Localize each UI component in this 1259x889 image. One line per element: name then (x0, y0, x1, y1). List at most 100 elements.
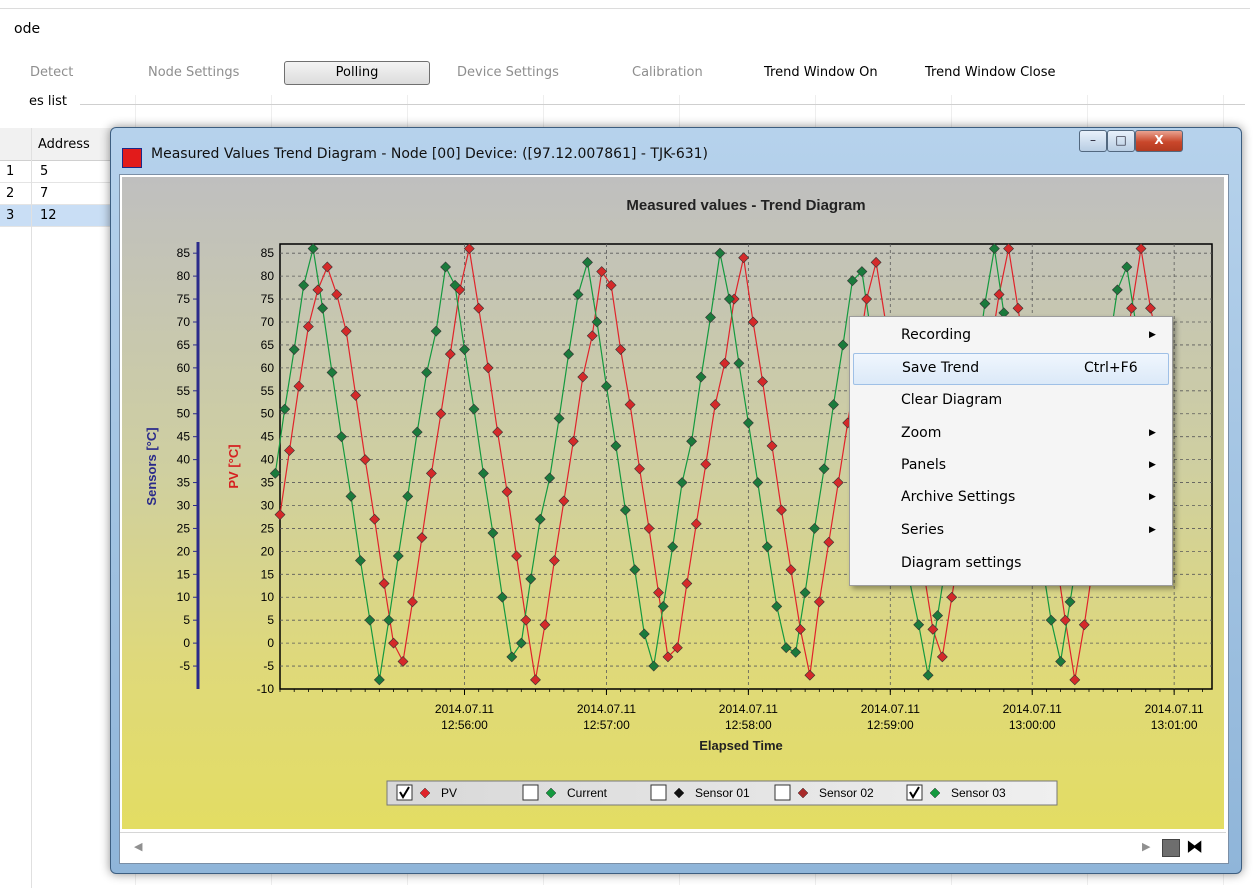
x-axis-label: Elapsed Time (699, 738, 783, 753)
row-address: 7 (40, 186, 49, 201)
sensors-tick-label: 85 (177, 246, 191, 260)
data-point (302, 321, 314, 333)
node-settings-button[interactable]: Node Settings (148, 65, 239, 80)
menu-item-series[interactable]: Series ▶ (853, 516, 1167, 546)
data-point (733, 357, 745, 369)
x-tick-date: 2014.07.11 (861, 702, 920, 716)
data-point (1069, 674, 1081, 686)
data-point (619, 504, 631, 516)
y-tick-label: 60 (261, 361, 275, 375)
data-point (397, 656, 409, 667)
menu-item-label: Archive Settings (901, 489, 1016, 505)
horizontal-scrollbar[interactable]: ◀ ▶ ⧓ (120, 832, 1226, 863)
data-point (799, 587, 811, 599)
menu-item-label: Clear Diagram (901, 392, 1003, 408)
submenu-arrow-icon: ▶ (1149, 525, 1156, 535)
data-point (766, 440, 778, 452)
legend-label: Sensor 01 (695, 786, 750, 800)
detect-button[interactable]: Detect (30, 65, 73, 80)
row-address: 12 (40, 208, 57, 223)
table-row[interactable]: 3 12 (0, 205, 120, 227)
data-point (738, 252, 750, 264)
menu-item-label: Series (901, 522, 945, 538)
context-menu: Recording ▶ Save Trend Ctrl+F6 Clear Dia… (849, 316, 1173, 586)
data-point (331, 289, 343, 300)
data-point (776, 504, 787, 516)
menu-item-diagram-settings[interactable]: Diagram settings (853, 549, 1167, 579)
menu-item-zoom[interactable]: Zoom ▶ (853, 419, 1167, 449)
data-point (473, 302, 485, 314)
sensors-tick-label: -5 (179, 659, 190, 673)
table-row[interactable]: 2 7 (0, 183, 120, 205)
sensors-axis-label: Sensors [°C] (144, 427, 159, 505)
data-point (582, 256, 593, 268)
data-point (752, 477, 764, 488)
menu-item-archive-settings[interactable]: Archive Settings ▶ (853, 483, 1167, 513)
menu-item-label: Diagram settings (901, 555, 1022, 571)
submenu-arrow-icon: ▶ (1149, 428, 1156, 438)
data-point (355, 555, 366, 566)
table-row[interactable]: 1 5 (0, 161, 120, 183)
menu-item-clear-diagram[interactable]: Clear Diagram (853, 386, 1167, 416)
split-view-icon[interactable]: ⧓ (1186, 837, 1203, 857)
data-point (648, 660, 660, 672)
scroll-right-icon[interactable]: ▶ (1142, 840, 1150, 853)
data-point (705, 311, 716, 323)
stop-icon[interactable] (1162, 839, 1180, 857)
data-point (780, 642, 792, 654)
x-tick-time: 12:57:00 (583, 718, 630, 732)
data-point (402, 490, 414, 502)
data-point (388, 637, 399, 649)
data-point (383, 614, 395, 626)
data-point (837, 339, 849, 351)
menu-item-recording[interactable]: Recording ▶ (853, 321, 1167, 351)
y-tick-label: 65 (261, 338, 275, 352)
data-point (634, 463, 645, 475)
data-point (482, 362, 494, 374)
data-point (563, 348, 575, 360)
data-point (771, 600, 783, 612)
data-point (1111, 284, 1123, 296)
y-tick-label: 30 (261, 498, 275, 512)
polling-button[interactable]: Polling (284, 61, 430, 85)
menu-item-save-trend[interactable]: Save Trend Ctrl+F6 (853, 353, 1169, 385)
data-point (1121, 261, 1133, 273)
menu-item-shortcut: Ctrl+F6 (1084, 360, 1138, 376)
data-point (615, 344, 627, 355)
data-point (373, 674, 385, 686)
data-point (487, 527, 499, 539)
x-tick-date: 2014.07.11 (435, 702, 494, 716)
data-point (553, 412, 565, 424)
data-point (1045, 614, 1057, 626)
trend-window-on-button[interactable]: Trend Window On (764, 65, 878, 80)
scroll-left-icon[interactable]: ◀ (134, 840, 142, 853)
sensors-tick-label: 75 (177, 292, 191, 306)
data-point (558, 495, 570, 507)
app-title: ode (14, 21, 41, 37)
y-tick-label: 85 (261, 246, 275, 260)
sensors-tick-label: 35 (177, 476, 191, 490)
address-column-header[interactable]: Address (38, 137, 90, 152)
data-point (336, 431, 347, 443)
data-point (979, 298, 991, 310)
legend-label: PV (441, 786, 457, 800)
data-point (653, 587, 664, 599)
device-settings-button[interactable]: Device Settings (457, 65, 559, 80)
data-point (279, 403, 291, 415)
sensors-tick-label: 70 (177, 315, 191, 329)
data-point (601, 380, 612, 392)
data-point (676, 477, 688, 488)
group-divider (80, 104, 1245, 105)
y-tick-label: -5 (263, 659, 274, 673)
data-point (686, 435, 698, 447)
minimize-button[interactable]: – (1079, 130, 1107, 152)
data-point (411, 426, 423, 438)
maximize-button[interactable]: □ (1107, 130, 1135, 152)
grid-header: Address (0, 128, 120, 161)
close-button[interactable]: X (1135, 130, 1183, 152)
devices-grid: Address 1 5 2 7 3 12 (0, 128, 120, 888)
trend-window-close-button[interactable]: Trend Window Close (925, 65, 1056, 80)
calibration-button[interactable]: Calibration (632, 65, 703, 80)
row-index: 1 (6, 164, 15, 179)
menu-item-panels[interactable]: Panels ▶ (853, 451, 1167, 481)
